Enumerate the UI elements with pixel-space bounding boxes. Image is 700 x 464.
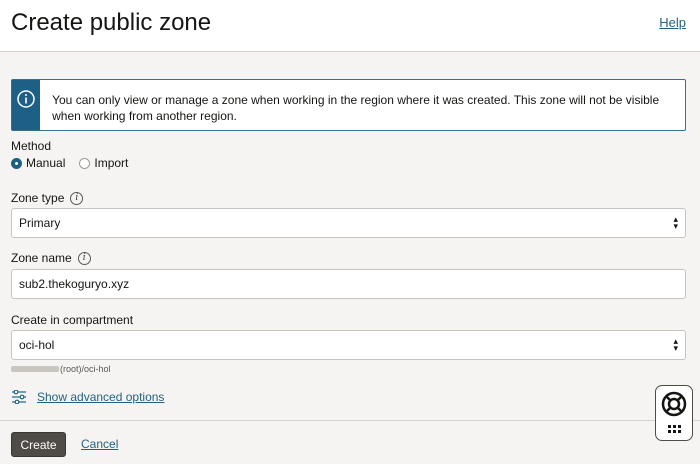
compartment-path: (root)/oci-hol	[11, 364, 111, 374]
method-import-label[interactable]: Import	[94, 156, 128, 170]
page-header: Create public zone Help	[0, 0, 700, 52]
zone-type-info-icon[interactable]: i	[70, 191, 84, 205]
show-advanced-options-link[interactable]: Show advanced options	[37, 390, 164, 404]
zone-type-label-text: Zone type	[11, 191, 65, 205]
banner-icon-column	[12, 80, 41, 130]
compartment-path-text: (root)/oci-hol	[60, 364, 111, 374]
method-radio-group: Manual Import	[11, 156, 142, 170]
zone-name-value: sub2.thekoguryo.xyz	[19, 277, 130, 291]
chevron-up-down-icon: ▴ ▾	[673, 214, 678, 231]
zone-type-label: Zone type i	[11, 191, 84, 205]
compartment-label: Create in compartment	[11, 313, 133, 327]
sliders-icon	[12, 390, 26, 404]
help-link[interactable]: Help	[659, 15, 686, 30]
create-button[interactable]: Create	[11, 432, 66, 457]
help-widget[interactable]	[655, 385, 693, 441]
zone-name-label: Zone name i	[11, 251, 91, 265]
form-footer: Create Cancel	[0, 420, 700, 464]
info-icon	[17, 90, 35, 108]
advanced-options-row[interactable]: Show advanced options	[11, 390, 164, 404]
zone-type-value: Primary	[19, 216, 61, 230]
method-label: Method	[11, 139, 51, 153]
method-label-text: Method	[11, 139, 52, 153]
redacted-tenancy	[11, 366, 59, 372]
zone-name-label-text: Zone name	[11, 251, 72, 265]
method-manual-label[interactable]: Manual	[26, 156, 65, 170]
zone-name-info-icon[interactable]: i	[77, 251, 91, 265]
zone-type-select[interactable]: Primary ▴ ▾	[11, 208, 686, 238]
cancel-link[interactable]: Cancel	[81, 437, 118, 451]
method-manual-radio[interactable]	[11, 157, 22, 169]
life-ring-icon	[661, 391, 687, 417]
compartment-value: oci-hol	[19, 338, 55, 352]
compartment-label-text: Create in compartment	[11, 313, 134, 327]
compartment-select[interactable]: oci-hol ▴ ▾	[11, 330, 686, 360]
banner-message: You can only view or manage a zone when …	[52, 93, 660, 123]
info-banner: You can only view or manage a zone when …	[11, 79, 686, 131]
apps-grid-icon	[667, 425, 681, 433]
chevron-up-down-icon: ▴ ▾	[673, 336, 678, 353]
page-title: Create public zone	[11, 9, 212, 36]
method-import-radio[interactable]	[79, 157, 91, 169]
zone-name-input[interactable]: sub2.thekoguryo.xyz	[11, 269, 686, 299]
